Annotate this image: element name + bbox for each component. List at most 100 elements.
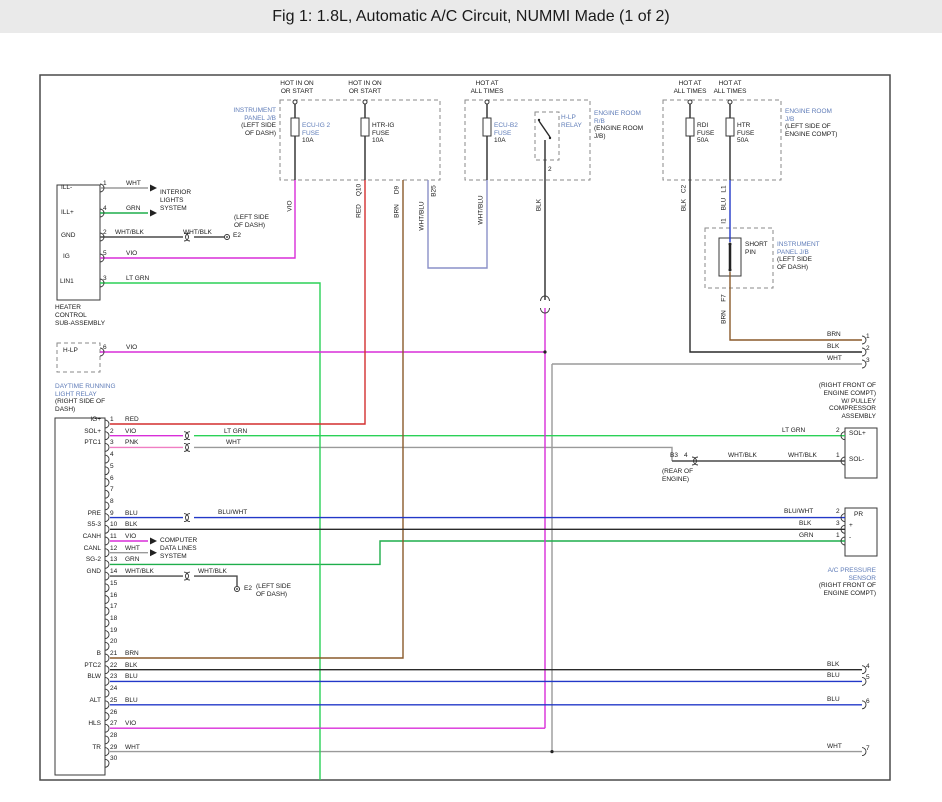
amp-pin-arc	[105, 736, 109, 744]
amp-pin-number: 16	[110, 592, 117, 600]
heater-pin-number: 1	[103, 180, 107, 188]
wire-color-label: GRN	[126, 205, 140, 213]
wire-color-label: BRN	[827, 331, 841, 339]
amp-pin-arc	[105, 467, 109, 475]
amp-pin-number: 30	[110, 755, 117, 763]
engine-room-jb-label: ENGINE ROOM J/B(LEFT SIDE OF ENGINE COMP…	[785, 100, 837, 147]
power-feed-label: HOT IN ON OR START	[267, 80, 327, 96]
amp-pin-arc	[105, 549, 109, 557]
wire-color-label: BLU	[721, 198, 728, 211]
amp-pin-number: 7	[110, 486, 114, 494]
power-feed-label: HOT AT ALL TIMES	[457, 80, 517, 96]
amp-pin-arc	[105, 607, 109, 615]
amp-pin-arc	[105, 443, 109, 451]
wire-color-label: WHT	[827, 355, 842, 363]
connector-code: B25	[431, 185, 438, 197]
amp-pin-arc	[105, 666, 109, 674]
amp-terminal-name: PTC1	[61, 439, 101, 447]
amp-pin-number: 26	[110, 709, 117, 717]
amp-pin-number: 24	[110, 685, 117, 693]
pressure-sensor-label: A/C PRESSURE SENSOR(RIGHT FRONT OF ENGIN…	[776, 559, 876, 606]
amp-wire-color: WHT/BLK	[125, 568, 154, 576]
amp-pin-arc	[105, 537, 109, 545]
wire-color-label: BLK	[827, 661, 839, 669]
amp-pin-arcs	[105, 420, 109, 767]
wire-color-label: BLK	[536, 199, 543, 211]
engine-room-rb-box	[465, 100, 590, 180]
amp-pin-arc	[105, 619, 109, 627]
amp-wire-color: VIO	[125, 533, 136, 541]
amp-pin-number: 21	[110, 650, 117, 658]
pr-pin-number: 2	[836, 508, 840, 516]
amp-wire-color: WHT	[125, 744, 140, 752]
ground-code: E2	[244, 585, 252, 593]
fuse-rdi	[686, 118, 694, 136]
pr-label: PR	[854, 511, 863, 519]
amp-pin-arc	[105, 490, 109, 498]
amp-wire-color: BRN	[125, 650, 139, 658]
fuse-label-ecu-b2: ECU-B2 FUSE10A	[494, 114, 518, 153]
amp-terminal-name: IG+	[61, 416, 101, 424]
amp-pin-number: 5	[110, 463, 114, 471]
wire-color-label: BLU/WHT	[218, 509, 247, 517]
edge-pin-number: 7	[866, 745, 870, 753]
amp-pin-arc	[105, 689, 109, 697]
ground-code: E2	[233, 232, 241, 240]
wire-color-label: WHT/BLK	[728, 452, 757, 460]
amp-terminal-name: CANL	[61, 545, 101, 553]
hlp-relay-label: H-LP RELAY	[561, 114, 582, 130]
wire-color-label: BLK	[799, 520, 811, 528]
heater-pin-name: GND	[61, 232, 75, 240]
amp-wire-color: WHT	[125, 545, 140, 553]
supply-tap	[363, 100, 367, 104]
wire-color-label: BLU/WHT	[784, 508, 813, 516]
amp-wire-color: GRN	[125, 556, 139, 564]
power-feed-label: HOT IN ON OR START	[335, 80, 395, 96]
amp-terminal-name: TR	[61, 744, 101, 752]
amp-pin-number: 25	[110, 697, 117, 705]
wire-color-label: LT GRN	[782, 427, 805, 435]
fuse-htr-ig	[361, 118, 369, 136]
relay-contact	[549, 137, 551, 139]
junction-dot	[543, 350, 546, 353]
amp-pin-number: 14	[110, 568, 117, 576]
wire-color-label: WHT	[126, 180, 141, 188]
connector-location: (REAR OF ENGINE)	[662, 468, 693, 484]
fuse-label-rdi: RDI FUSE50A	[697, 114, 714, 153]
amp-wire-color: RED	[125, 416, 139, 424]
amp-wire-color: BLK	[125, 662, 137, 670]
amp-wire-color: VIO	[125, 720, 136, 728]
drl-pin-number: 6	[103, 344, 107, 352]
engine-room-jb-box	[663, 100, 781, 180]
amp-pin-number: 29	[110, 744, 117, 752]
amp-pin-arc	[105, 642, 109, 650]
amp-pin-arc	[105, 596, 109, 604]
wire-color-label: LT GRN	[126, 275, 149, 283]
short-pin-jb-box	[705, 228, 773, 288]
pr-plus: +	[849, 522, 853, 530]
pr-pin-number: 3	[836, 520, 840, 528]
amp-terminal-name: BLW	[61, 673, 101, 681]
wire-color-label: VIO	[126, 344, 137, 352]
amp-terminal-name: PTC2	[61, 662, 101, 670]
wire-color-label: WHT	[827, 743, 842, 751]
amp-pin-arc	[105, 759, 109, 767]
interior-lights-system-label: INTERIOR LIGHTS SYSTEM	[160, 189, 191, 212]
ground-e2-top	[225, 235, 230, 240]
wire-blk-rdi	[690, 180, 862, 352]
wire-wht-ptc1	[194, 447, 672, 461]
supply-tap	[485, 100, 489, 104]
amp-pin-number: 22	[110, 662, 117, 670]
power-feed-label: HOT AT ALL TIMES	[700, 80, 760, 96]
amp-pin-arc	[105, 654, 109, 662]
computer-data-lines-label: COMPUTER DATA LINES SYSTEM	[160, 537, 197, 560]
amp-terminal-name: ALT	[61, 697, 101, 705]
wire-color-label: BLU	[827, 672, 840, 680]
wire-grn-pressure-sensor	[110, 541, 845, 564]
fuse-label-htr-ig: HTR-IG FUSE10A	[372, 114, 394, 153]
amp-pin-number: 13	[110, 556, 117, 564]
drl-pin-name: H-LP	[63, 347, 78, 355]
pr-minus: -	[849, 534, 851, 542]
sol-plus-pin-number: 2	[836, 427, 840, 435]
amp-pin-number: 23	[110, 673, 117, 681]
